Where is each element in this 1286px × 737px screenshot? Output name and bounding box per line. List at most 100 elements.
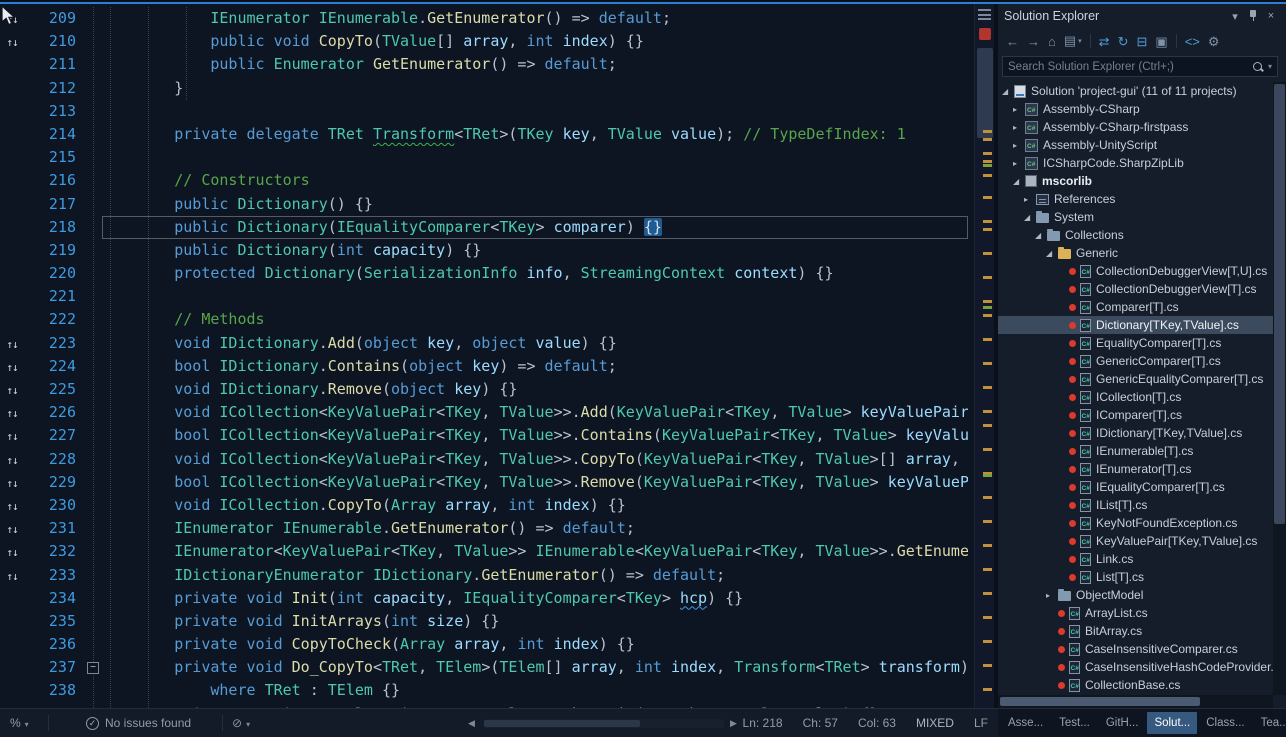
tree-item-collectiondebuggerview-t-cs[interactable]: CollectionDebuggerView[T].cs: [998, 280, 1273, 298]
tree-item-keynotfoundexception-cs[interactable]: KeyNotFoundException.cs: [998, 514, 1273, 532]
tree-collapse-arrow[interactable]: ◢: [1002, 87, 1014, 96]
tree-item-list-t-cs[interactable]: List[T].cs: [998, 568, 1273, 586]
scrollbar-thumb[interactable]: [977, 48, 993, 138]
tree-item-ilist-t-cs[interactable]: IList[T].cs: [998, 496, 1273, 514]
status-encoding[interactable]: MIXED: [916, 716, 954, 730]
panel-tab-gith[interactable]: GitH...: [1099, 712, 1146, 734]
chevron-down-icon[interactable]: ▾: [1268, 62, 1272, 71]
home-icon[interactable]: ⌂: [1048, 35, 1056, 48]
tree-item-solution-project-gui-11-of-11-projects[interactable]: ◢Solution 'project-gui' (11 of 11 projec…: [998, 82, 1273, 100]
tree-item-generic[interactable]: ◢Generic: [998, 244, 1273, 262]
code-line[interactable]: 222 // Methods: [0, 308, 974, 331]
tree-item-idictionary-tkey-tvalue-cs[interactable]: IDictionary[TKey,TValue].cs: [998, 424, 1273, 442]
code-line[interactable]: 211 public Enumerator GetEnumerator() =>…: [0, 53, 974, 76]
tree-item-assembly-csharp[interactable]: ▸Assembly-CSharp: [998, 100, 1273, 118]
suppression-state-icon[interactable]: ⊘▾: [232, 709, 250, 737]
sync-with-active-document-icon[interactable]: ⇄: [1099, 35, 1110, 48]
tree-item-objectmodel[interactable]: ▸ObjectModel: [998, 586, 1273, 604]
code-line[interactable]: 221: [0, 285, 974, 308]
code-line[interactable]: 238 where TRet : TElem {}: [0, 679, 974, 702]
tree-item-collections[interactable]: ◢Collections: [998, 226, 1273, 244]
hscroll-left-arrow[interactable]: ◀: [468, 709, 475, 737]
scrollbar-thumb[interactable]: [1274, 84, 1285, 524]
pin-icon[interactable]: [1244, 8, 1262, 25]
code-line[interactable]: ↑↓210 public void CopyTo(TValue[] array,…: [0, 30, 974, 53]
tree-item-collectionbase-cs[interactable]: CollectionBase.cs: [998, 676, 1273, 694]
zoom-control[interactable]: %▾: [10, 709, 29, 737]
tree-expand-arrow[interactable]: ▸: [1013, 123, 1025, 132]
code-line[interactable]: ↑↓209 IEnumerator IEnumerable.GetEnumera…: [0, 7, 974, 30]
tree-item-references[interactable]: ▸References: [998, 190, 1273, 208]
tree-item-bitarray-cs[interactable]: BitArray.cs: [998, 622, 1273, 640]
tree-item-system[interactable]: ◢System: [998, 208, 1273, 226]
code-line[interactable]: 214 private delegate TRet Transform<TRet…: [0, 123, 974, 146]
tree-item-icomparer-t-cs[interactable]: IComparer[T].cs: [998, 406, 1273, 424]
code-line[interactable]: ↑↓228 void ICollection<KeyValuePair<TKey…: [0, 448, 974, 471]
code-line[interactable]: 220 protected Dictionary(SerializationIn…: [0, 262, 974, 285]
tree-collapse-arrow[interactable]: ◢: [1013, 177, 1025, 186]
properties-icon[interactable]: ▣: [1155, 35, 1167, 48]
code-line[interactable]: 215: [0, 146, 974, 169]
tree-item-ienumerable-t-cs[interactable]: IEnumerable[T].cs: [998, 442, 1273, 460]
search-input[interactable]: [1008, 61, 1248, 73]
split-editor-handle[interactable]: [978, 9, 991, 20]
code-line[interactable]: ↑↓232 IEnumerator<KeyValuePair<TKey, TVa…: [0, 540, 974, 563]
tree-item-dictionary-tkey-tvalue-cs[interactable]: Dictionary[TKey,TValue].cs: [998, 316, 1273, 334]
tree-item-keyvaluepair-tkey-tvalue-cs[interactable]: KeyValuePair[TKey,TValue].cs: [998, 532, 1273, 550]
tree-item-genericequalitycomparer-t-cs[interactable]: GenericEqualityComparer[T].cs: [998, 370, 1273, 388]
code-line[interactable]: 218 public Dictionary(IEqualityComparer<…: [0, 216, 974, 239]
panel-tab-tea[interactable]: Tea...: [1254, 712, 1286, 734]
code-line[interactable]: 235 private void InitArrays(int size) {}: [0, 610, 974, 633]
tree-item-caseinsensitivecomparer-cs[interactable]: CaseInsensitiveComparer.cs: [998, 640, 1273, 658]
code-line[interactable]: ↑↓233 IDictionaryEnumerator IDictionary.…: [0, 564, 974, 587]
collapse-all-icon[interactable]: ⊟: [1136, 35, 1147, 48]
forward-icon[interactable]: →: [1027, 35, 1040, 48]
hscroll-right-arrow[interactable]: ▶: [730, 709, 737, 737]
panel-tab-class[interactable]: Class...: [1199, 712, 1251, 734]
close-icon[interactable]: ×: [1262, 10, 1280, 22]
code-line[interactable]: ↑↓225 void IDictionary.Remove(object key…: [0, 378, 974, 401]
tree-item-collectiondebuggerview-t-u-cs[interactable]: CollectionDebuggerView[T,U].cs: [998, 262, 1273, 280]
tree-item-assembly-csharp-firstpass[interactable]: ▸Assembly-CSharp-firstpass: [998, 118, 1273, 136]
code-line[interactable]: 237− private void Do_CopyTo<TRet, TElem>…: [0, 656, 974, 679]
code-line[interactable]: ↑↓223 void IDictionary.Add(object key, o…: [0, 332, 974, 355]
code-line[interactable]: 236 private void CopyToCheck(Array array…: [0, 633, 974, 656]
settings-icon[interactable]: ⚙: [1208, 35, 1220, 48]
panel-tab-asse[interactable]: Asse...: [1001, 712, 1050, 734]
panel-vertical-scrollbar[interactable]: [1273, 82, 1286, 695]
tree-item-ienumerator-t-cs[interactable]: IEnumerator[T].cs: [998, 460, 1273, 478]
tree-item-equalitycomparer-t-cs[interactable]: EqualityComparer[T].cs: [998, 334, 1273, 352]
code-line[interactable]: ↑↓229 bool ICollection<KeyValuePair<TKey…: [0, 471, 974, 494]
code-line[interactable]: ↑↓224 bool IDictionary.Contains(object k…: [0, 355, 974, 378]
scrollbar-thumb[interactable]: [1000, 697, 1200, 706]
search-icon[interactable]: [1252, 61, 1264, 73]
tree-item-iequalitycomparer-t-cs[interactable]: IEqualityComparer[T].cs: [998, 478, 1273, 496]
tree-expand-arrow[interactable]: ▸: [1013, 159, 1025, 168]
editor-horizontal-scrollbar[interactable]: [484, 719, 724, 728]
tree-expand-arrow[interactable]: ▸: [1046, 591, 1058, 600]
tree-item-assembly-unityscript[interactable]: ▸Assembly-UnityScript: [998, 136, 1273, 154]
code-line[interactable]: 212 }: [0, 77, 974, 100]
code-line[interactable]: ↑↓231 IEnumerator IEnumerable.GetEnumera…: [0, 517, 974, 540]
tree-collapse-arrow[interactable]: ◢: [1035, 231, 1047, 240]
tree-item-icsharpcode-sharpziplib[interactable]: ▸ICSharpCode.SharpZipLib: [998, 154, 1273, 172]
view-code-icon[interactable]: <>: [1185, 35, 1200, 48]
code-line[interactable]: 234 private void Init(int capacity, IEqu…: [0, 587, 974, 610]
code-line[interactable]: 219 public Dictionary(int capacity) {}: [0, 239, 974, 262]
code-line[interactable]: ↑↓230 void ICollection.CopyTo(Array arra…: [0, 494, 974, 517]
refresh-icon[interactable]: ↻: [1118, 35, 1129, 48]
tree-expand-arrow[interactable]: ▸: [1013, 105, 1025, 114]
tree-item-genericcomparer-t-cs[interactable]: GenericComparer[T].cs: [998, 352, 1273, 370]
fold-collapse-button[interactable]: −: [87, 662, 99, 674]
code-line[interactable]: 217 public Dictionary() {}: [0, 193, 974, 216]
editor-vertical-scrollbar[interactable]: [974, 4, 994, 708]
code-line[interactable]: 213: [0, 100, 974, 123]
back-icon[interactable]: ←: [1006, 35, 1019, 48]
tree-item-mscorlib[interactable]: ◢mscorlib: [998, 172, 1273, 190]
status-line-ending[interactable]: LF: [974, 716, 988, 730]
tree-item-icollection-t-cs[interactable]: ICollection[T].cs: [998, 388, 1273, 406]
code-line[interactable]: ↑↓227 bool ICollection<KeyValuePair<TKey…: [0, 424, 974, 447]
tree-item-caseinsensitivehashcodeprovider-cs[interactable]: CaseInsensitiveHashCodeProvider.cs: [998, 658, 1273, 676]
panel-tab-solut[interactable]: Solut...: [1147, 712, 1197, 734]
tree-collapse-arrow[interactable]: ◢: [1046, 249, 1058, 258]
